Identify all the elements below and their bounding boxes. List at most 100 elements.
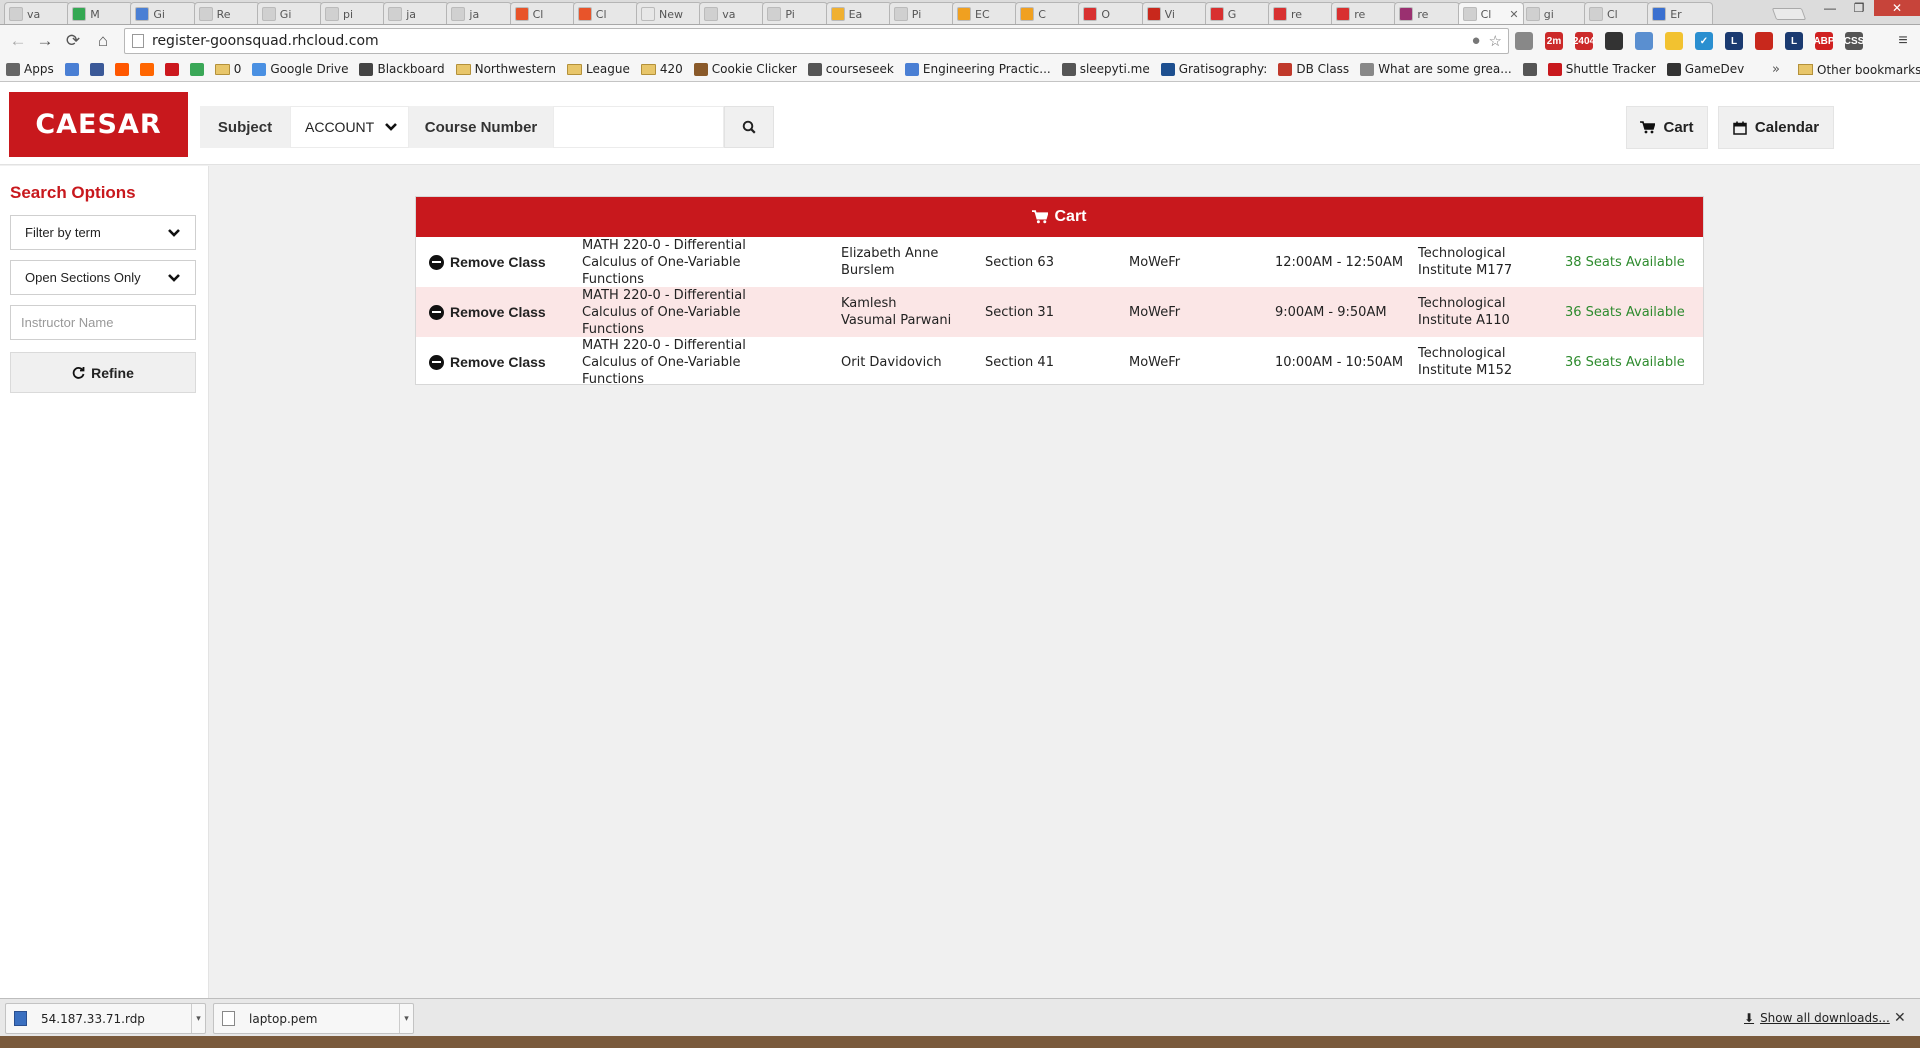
bookmark-item[interactable]: 420	[640, 62, 683, 76]
bookmark-item[interactable]: Northwestern	[455, 62, 556, 76]
reload-icon[interactable]: ⟳	[63, 31, 83, 51]
browser-tab[interactable]: ja	[383, 2, 450, 24]
bookmark-item[interactable]: courseseek	[807, 62, 894, 76]
browser-tab[interactable]: ja	[446, 2, 513, 24]
browser-tab[interactable]: Cl	[1584, 2, 1650, 24]
download-item[interactable]: 54.187.33.71.rdp ▾	[5, 1003, 206, 1034]
chevron-down-icon[interactable]: ▾	[191, 1004, 205, 1033]
term-filter-select[interactable]: Filter by term	[10, 215, 196, 250]
gmail-icon[interactable]: 2404	[1573, 32, 1595, 50]
browser-tab[interactable]: re	[1331, 2, 1398, 24]
browser-tab[interactable]: C	[1015, 2, 1082, 24]
bookmark-item[interactable]	[164, 62, 179, 76]
search-icon	[742, 120, 756, 134]
window-icon[interactable]	[1635, 32, 1653, 50]
timer-icon[interactable]: 2m	[1545, 32, 1563, 50]
remove-class-button[interactable]: Remove Class	[429, 337, 546, 387]
bookmark-item[interactable]: Cookie Clicker	[693, 62, 797, 76]
tab-favicon-icon	[1589, 7, 1603, 21]
browser-tab[interactable]: Vi	[1141, 2, 1208, 24]
minimize-icon[interactable]: —	[1816, 0, 1844, 16]
bookmark-item[interactable]: DB Class	[1278, 62, 1349, 76]
browser-tab[interactable]: Gi	[256, 2, 323, 24]
bookmark-item[interactable]: Google Drive	[252, 62, 348, 76]
bookmark-item[interactable]: Gratisography:	[1160, 62, 1267, 76]
extension-bulb-icon[interactable]: ●	[1471, 32, 1480, 50]
browser-tab[interactable]: Re	[193, 2, 260, 24]
url-text[interactable]: register-goonsquad.rhcloud.com	[152, 33, 379, 49]
browser-tab[interactable]: pi	[320, 2, 386, 24]
css-icon[interactable]: CSS	[1844, 32, 1864, 50]
browser-tab[interactable]: O	[1078, 2, 1145, 24]
close-window-icon[interactable]: ✕	[1874, 0, 1920, 16]
calendar-button[interactable]: Calendar	[1718, 106, 1834, 149]
bookmark-icon[interactable]	[1755, 32, 1773, 50]
caesar-logo[interactable]: CAESAR	[9, 92, 188, 157]
restore-icon[interactable]: ❐	[1846, 0, 1872, 16]
bookmark-item[interactable]: Blackboard	[359, 62, 445, 76]
instructor-name-input[interactable]	[10, 305, 196, 340]
check-icon[interactable]: ✓	[1695, 32, 1713, 50]
chevron-down-icon[interactable]: ▾	[399, 1004, 413, 1033]
browser-tab[interactable]: gi	[1520, 2, 1587, 24]
bookmark-item[interactable]: League	[567, 62, 630, 76]
browser-tab[interactable]: New	[636, 2, 702, 24]
close-tab-icon[interactable]: ✕	[1509, 8, 1518, 21]
browser-tab[interactable]: va	[4, 2, 70, 24]
menu-icon[interactable]: ≡	[1894, 32, 1912, 50]
browser-tab[interactable]: re	[1394, 2, 1461, 24]
bookmark-item[interactable]: Apps	[6, 62, 54, 76]
course-number-input[interactable]	[553, 106, 724, 148]
refine-button[interactable]: Refine	[10, 352, 196, 393]
meeting-days: MoWeFr	[1129, 304, 1181, 320]
adblock-icon[interactable]: ABP	[1813, 32, 1835, 50]
bookmark-item[interactable]: GameDev	[1666, 62, 1744, 76]
other-bookmarks[interactable]: Other bookmarks	[1798, 57, 1920, 82]
bookmark-item[interactable]	[139, 62, 154, 76]
bookmark-item[interactable]	[114, 62, 129, 76]
new-tab-button[interactable]	[1771, 8, 1807, 20]
bookmark-item[interactable]: Shuttle Tracker	[1547, 62, 1656, 76]
forward-icon[interactable]: →	[35, 31, 55, 51]
browser-tab[interactable]: M	[67, 2, 134, 24]
browser-tab[interactable]: Cl ✕	[1457, 2, 1524, 24]
search-button[interactable]	[724, 106, 774, 148]
link-icon[interactable]	[1605, 32, 1623, 50]
address-bar[interactable]: register-goonsquad.rhcloud.com ● ☆	[124, 28, 1509, 54]
browser-tab[interactable]: Cl	[572, 2, 639, 24]
remove-class-button[interactable]: Remove Class	[429, 287, 546, 337]
browser-tab[interactable]: Pi	[762, 2, 829, 24]
note-icon[interactable]	[1665, 32, 1683, 50]
league-icon[interactable]: L	[1785, 32, 1803, 50]
browser-tab[interactable]: va	[699, 2, 766, 24]
bookmark-item[interactable]: What are some grea...	[1360, 62, 1512, 76]
bookmark-item[interactable]	[89, 62, 104, 76]
bookmark-item[interactable]: sleepyti.me	[1061, 62, 1150, 76]
subject-select[interactable]: ACCOUNT	[290, 106, 409, 148]
bookmark-item[interactable]	[64, 62, 79, 76]
open-sections-select[interactable]: Open Sections Only	[10, 260, 196, 295]
league-icon[interactable]: L	[1725, 32, 1743, 50]
browser-tab[interactable]: Er	[1647, 2, 1714, 24]
browser-tab[interactable]: Gi	[130, 2, 197, 24]
bookmark-star-icon[interactable]: ☆	[1489, 32, 1502, 50]
browser-tab[interactable]: EC	[952, 2, 1018, 24]
remove-class-button[interactable]: Remove Class	[429, 237, 546, 287]
close-icon[interactable]: ✕	[1894, 1009, 1906, 1026]
show-all-downloads-link[interactable]: ⬇ Show all downloads...	[1744, 1011, 1890, 1025]
bookmark-item[interactable]: 0	[214, 62, 241, 76]
browser-tab[interactable]: Cl	[509, 2, 576, 24]
home-icon[interactable]: ⌂	[93, 31, 113, 51]
bookmarks-overflow-icon[interactable]: »	[1772, 57, 1780, 82]
browser-tab[interactable]: re	[1268, 2, 1334, 24]
pencil-icon[interactable]	[1515, 32, 1533, 50]
browser-tab[interactable]: Ea	[825, 2, 892, 24]
cart-button[interactable]: Cart	[1626, 106, 1708, 149]
bookmark-item[interactable]	[189, 62, 204, 76]
back-icon[interactable]: ←	[8, 31, 28, 51]
browser-tab[interactable]: Pi	[888, 2, 955, 24]
bookmark-item[interactable]: Engineering Practic...	[904, 62, 1051, 76]
bookmark-item[interactable]	[1522, 62, 1537, 76]
download-item[interactable]: laptop.pem ▾	[213, 1003, 414, 1034]
browser-tab[interactable]: G	[1204, 2, 1271, 24]
